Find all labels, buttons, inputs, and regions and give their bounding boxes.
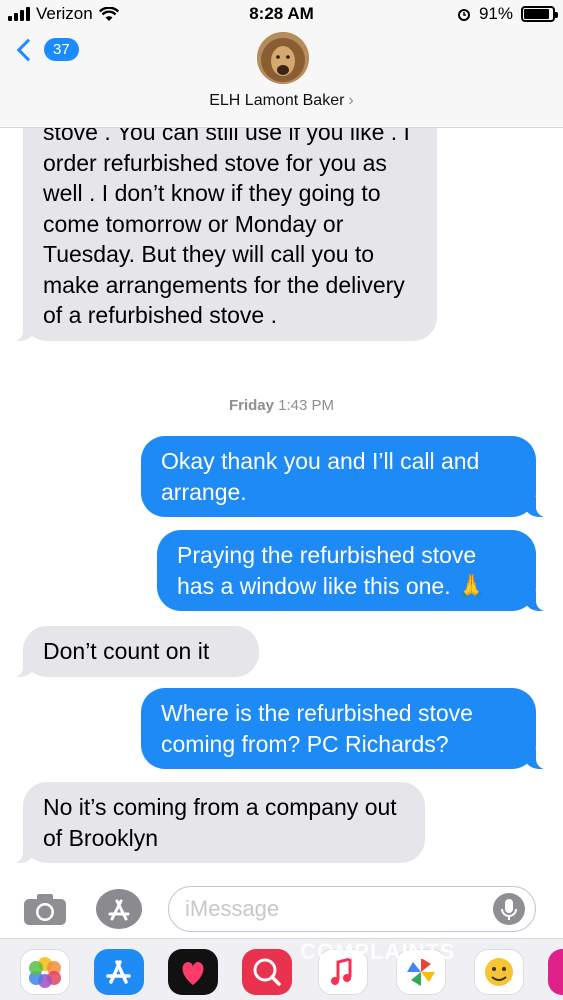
message-bubble-outgoing: Praying the refurbished stove has a wind…: [157, 530, 548, 611]
message-bubble-outgoing: Okay thank you and I’ll call and arrange…: [141, 436, 548, 517]
message-bubble-outgoing: Where is the refurbished stove coming fr…: [141, 688, 548, 769]
heart-app-icon[interactable]: [168, 949, 218, 995]
pinwheel-glyph: [407, 958, 435, 986]
heart-glyph: [182, 962, 204, 985]
status-bar: Verizon 8:28 AM 91%: [0, 0, 563, 30]
lion-avatar-image: [257, 32, 309, 84]
battery-fill: [524, 9, 550, 19]
camera-icon[interactable]: [22, 892, 68, 926]
app-store-app-icon[interactable]: [94, 949, 144, 995]
music-app-icon[interactable]: [318, 949, 368, 995]
conversation-header: 37 ELH Lamont Baker ›: [0, 30, 563, 128]
globe-search-glyph: [253, 958, 281, 986]
microphone-icon: [501, 899, 517, 920]
emoji-app-icon[interactable]: [474, 949, 524, 995]
message-timestamp: Friday 1:43 PM: [0, 397, 563, 414]
unread-count-badge: 37: [44, 38, 79, 61]
partial-app-icon[interactable]: [548, 949, 563, 995]
back-button[interactable]: 37: [14, 38, 79, 61]
alarm-icon: [457, 9, 470, 21]
app-store-icon: [108, 899, 130, 921]
message-bubble-incoming: No it’s coming from a company out of Bro…: [11, 782, 425, 863]
imessage-input[interactable]: iMessage: [168, 886, 536, 932]
app-store-button[interactable]: [96, 889, 142, 929]
photos-app-icon[interactable]: [20, 949, 70, 995]
message-thread[interactable]: stove . You can still use if you like . …: [0, 128, 563, 880]
battery-icon: [521, 6, 558, 22]
app-store-glyph: [106, 960, 131, 984]
compose-bar: iMessage: [0, 880, 563, 938]
message-bubble-incoming: stove . You can still use if you like . …: [11, 128, 437, 341]
chevron-left-icon: [16, 38, 40, 61]
contact-name-button[interactable]: ELH Lamont Baker ›: [0, 92, 563, 110]
emoji-face-glyph: [485, 958, 513, 986]
timestamp-day: Friday: [228, 397, 274, 414]
message-bubble-incoming: Don’t count on it: [11, 626, 259, 677]
battery-percent: 91%: [478, 4, 513, 23]
search-app-icon[interactable]: [242, 949, 292, 995]
imessage-placeholder: iMessage: [185, 896, 280, 921]
maps-app-icon[interactable]: [396, 949, 446, 995]
timestamp-time: 1:43 PM: [278, 397, 335, 414]
contact-name: ELH Lamont Baker: [209, 92, 345, 109]
app-drawer: COMPLAINTS: [0, 938, 563, 1000]
status-right: 91%: [457, 4, 558, 24]
microphone-button[interactable]: [493, 893, 525, 925]
photos-flower-icon: [29, 957, 61, 988]
contact-avatar[interactable]: [257, 32, 309, 84]
chevron-right-icon: ›: [348, 92, 354, 109]
music-note-glyph: [331, 957, 352, 985]
